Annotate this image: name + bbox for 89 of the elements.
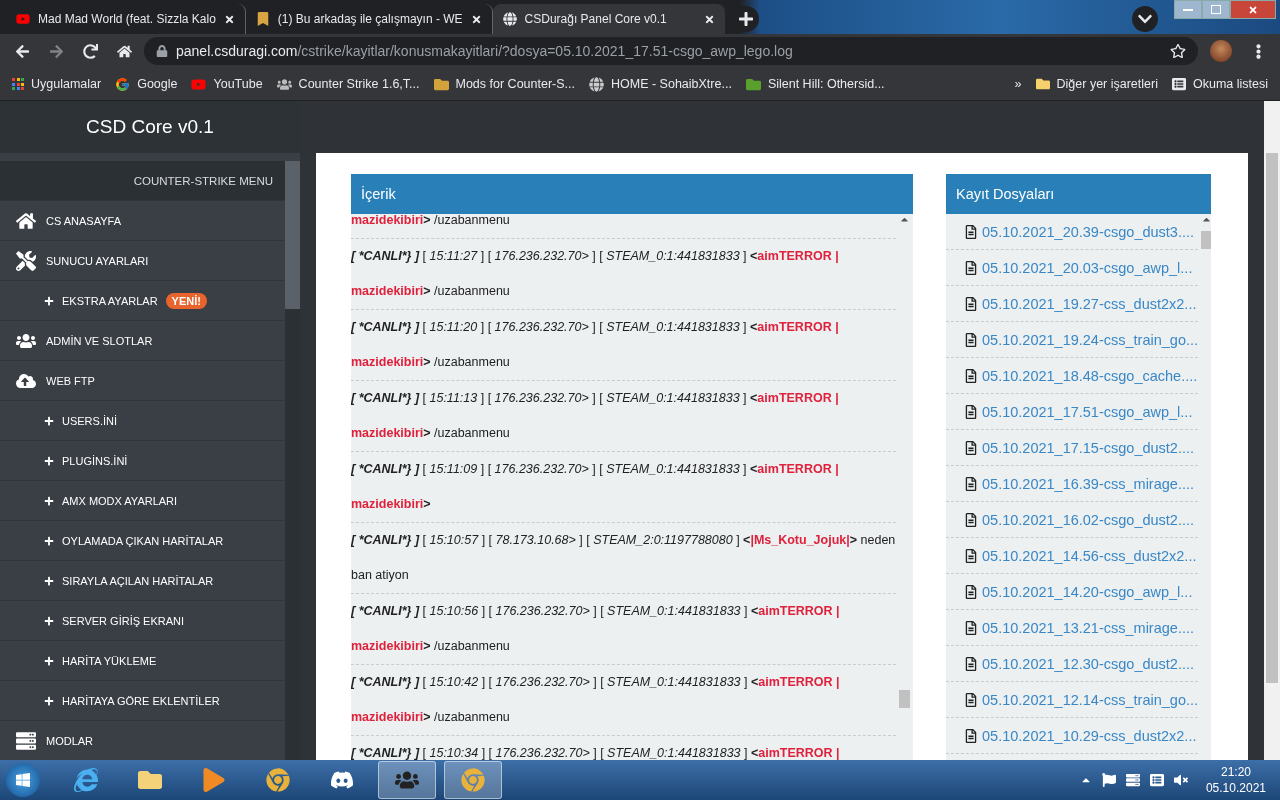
new-badge: YENİ! (165, 292, 207, 309)
logo-icon (255, 12, 270, 26)
panel-title: İçerik (351, 174, 913, 214)
list-icon (1171, 77, 1186, 91)
tab-search-button[interactable] (1132, 6, 1158, 32)
star-icon[interactable] (1170, 43, 1186, 59)
bookmark[interactable]: YouTube (191, 76, 263, 92)
plus-icon (44, 655, 54, 666)
sidebar-item[interactable]: SUNUCU AYARLARI (0, 240, 285, 280)
url-text: panel.csduragi.com/cstrike/kayitlar/konusmakayitlari/?dosya=05.10.2021_17.51-csgo_awp_lego.log (176, 43, 793, 59)
close-icon[interactable] (703, 13, 715, 25)
back-icon[interactable] (14, 43, 30, 59)
tools-icon (14, 250, 38, 271)
folder-icon (1035, 77, 1050, 91)
scroll-thumb[interactable] (899, 690, 910, 708)
sidebar-item[interactable]: EKSTRA AYARLAR YENİ! (0, 280, 285, 320)
plus-icon (44, 455, 54, 466)
profile-avatar[interactable] (1210, 40, 1232, 62)
bookmark[interactable]: Uygulamalar (12, 77, 102, 91)
home-icon (14, 210, 38, 231)
close-icon (1248, 4, 1258, 15)
file-icon (964, 332, 978, 347)
file-icon (964, 440, 978, 455)
scrollbar[interactable] (285, 161, 300, 760)
more-bookmarks-button[interactable]: » (1014, 77, 1022, 91)
scrollbar[interactable] (1264, 101, 1280, 760)
chrome-icon[interactable] (444, 761, 502, 799)
sidebar-item[interactable]: WEB FTP (0, 360, 285, 400)
brand-title: CSD Core v0.1 (0, 101, 300, 153)
windows-logo-icon (15, 772, 31, 788)
bookmark[interactable]: HOME - SohaibXtre... (589, 76, 732, 92)
file-icon (964, 548, 978, 563)
bookmark[interactable]: Counter Strike 1.6,T... (276, 76, 420, 92)
bookmark[interactable]: Google (115, 76, 178, 92)
forward-icon[interactable] (48, 43, 64, 59)
address-field[interactable]: panel.csduragi.com/cstrike/kayitlar/konusmakayitlari/?dosya=05.10.2021_17.51-csgo_awp_lego.log (144, 37, 1198, 65)
bookmark[interactable]: Silent Hill: Othersid... (745, 76, 885, 92)
file-icon (964, 476, 978, 491)
log-entry: [ *CANLI*} ] [ 15:11:13 ] [ 176.236.232.70> ] [ STEAM_0:1:441831833 ] <aimTERROR | mazidekibiri> /uzabanmenu (351, 381, 896, 452)
server-icon (14, 730, 38, 751)
home-icon[interactable] (116, 43, 132, 59)
file-icon (964, 368, 978, 383)
globe-icon (502, 12, 517, 26)
file-icon (964, 656, 978, 671)
reload-icon[interactable] (82, 43, 98, 59)
file-icon (964, 224, 978, 239)
scroll-thumb[interactable] (1201, 231, 1211, 249)
bookmark[interactable]: Mods for Counter-S... (433, 76, 575, 92)
clock[interactable]: 21:20 05.10.2021 (1197, 764, 1274, 796)
server-icon[interactable] (1125, 773, 1140, 787)
file-icon (964, 404, 978, 419)
bookmark-folder[interactable]: Diğer yer işaretleri (1035, 77, 1158, 91)
file-icon (964, 728, 978, 743)
reading-list-button[interactable]: Okuma listesi (1171, 77, 1268, 91)
log-entry: [ *CANLI*} ] [ 15:10:57 ] [ 78.173.10.68> ] [ STEAM_2:0:1197788080 ] <|Ms_Kotu_Jojuk|> neden ban atiyon (351, 523, 896, 594)
log-entry: mazidekibiri> /uzabanmenu (351, 214, 896, 239)
close-icon[interactable] (223, 13, 235, 25)
plus-icon (44, 295, 54, 306)
close-icon[interactable] (470, 13, 482, 25)
start-button[interactable] (6, 763, 40, 797)
log-entry: [ *CANLI*} ] [ 15:11:27 ] [ 176.236.232.70> ] [ STEAM_0:1:441831833 ] <aimTERROR | mazidekibiri> /uzabanmenu (351, 239, 896, 310)
plus-icon (44, 575, 54, 586)
file-icon (964, 620, 978, 635)
google-icon (115, 76, 131, 92)
log-entry: [ *CANLI*} ] [ 15:10:56 ] [ 176.236.232.70> ] [ STEAM_0:1:441831833 ] <aimTERROR | mazidekibiri> /uzabanmenu (351, 594, 896, 665)
panel-title: Kayıt Dosyaları (946, 174, 1211, 214)
youtube-icon (16, 12, 30, 26)
plus-icon (44, 615, 54, 626)
flag-icon[interactable] (1101, 773, 1116, 787)
apps-icon (12, 78, 24, 90)
plus-icon (737, 11, 754, 27)
log-entry: [ *CANLI*} ] [ 15:10:42 ] [ 176.236.232.70> ] [ STEAM_0:1:441831833 ] <aimTERROR | mazidekibiri> /uzabanmenu (351, 665, 896, 736)
plus-icon (44, 415, 54, 426)
menu-heading: COUNTER-STRIKE MENU (0, 161, 285, 200)
sidebar-item[interactable]: CS ANASAYFA (0, 200, 285, 240)
file-icon (964, 260, 978, 275)
file-icon (964, 512, 978, 527)
sidebar-item[interactable]: ADMİN VE SLOTLAR (0, 320, 285, 360)
file-icon (964, 296, 978, 311)
plus-icon (44, 535, 54, 546)
file-icon (964, 692, 978, 707)
log-entry: [ *CANLI*} ] [ 15:11:20 ] [ 176.236.232.70> ] [ STEAM_0:1:441831833 ] <aimTERROR | mazidekibiri> /uzabanmenu (351, 310, 896, 381)
plus-icon (44, 495, 54, 506)
browser-tab[interactable]: CSDurağı Panel Core v0.1 (492, 4, 725, 34)
plus-icon (44, 695, 54, 706)
close-button[interactable] (1230, 0, 1276, 19)
mute-icon[interactable] (1173, 773, 1188, 787)
file-icon (964, 584, 978, 599)
lock-icon (156, 45, 168, 57)
